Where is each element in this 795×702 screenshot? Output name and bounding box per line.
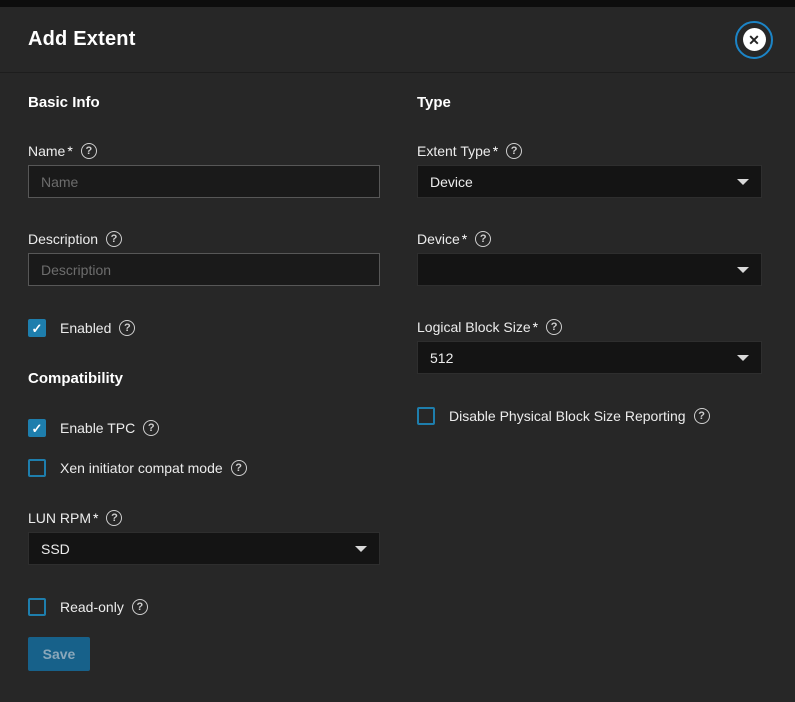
top-edge-strip [0, 0, 795, 7]
checkmark-icon: ✓ [32, 322, 43, 335]
read-only-checkbox[interactable] [28, 598, 46, 616]
required-marker: * [493, 143, 498, 159]
help-icon[interactable]: ? [132, 599, 148, 615]
help-icon[interactable]: ? [546, 319, 562, 335]
xen-initiator-checkbox-row: Xen initiator compat mode ? [28, 459, 380, 477]
section-title-type: Type [417, 94, 762, 111]
name-input[interactable] [28, 165, 380, 198]
left-column: Basic Info Name* ? Description ? ✓ Enabl… [28, 94, 380, 671]
chevron-down-icon [737, 267, 749, 273]
device-label-text: Device [417, 231, 460, 247]
field-extent-type: Extent Type* ? Device [417, 143, 762, 198]
help-icon[interactable]: ? [231, 460, 247, 476]
chevron-down-icon [737, 355, 749, 361]
lun-rpm-select[interactable]: SSD [28, 532, 380, 565]
description-input[interactable] [28, 253, 380, 286]
help-icon[interactable]: ? [81, 143, 97, 159]
read-only-label-text: Read-only [60, 599, 124, 615]
section-title-compatibility: Compatibility [28, 370, 380, 387]
help-icon[interactable]: ? [475, 231, 491, 247]
read-only-checkbox-row: Read-only ? [28, 598, 380, 616]
field-label-extent-type: Extent Type* ? [417, 143, 762, 159]
chevron-down-icon [355, 546, 367, 552]
disable-pbs-checkbox-row: Disable Physical Block Size Reporting ? [417, 407, 762, 425]
close-icon: ✕ [743, 28, 766, 51]
lun-rpm-selected-value: SSD [41, 541, 70, 557]
field-description: Description ? [28, 231, 380, 286]
help-icon[interactable]: ? [106, 510, 122, 526]
required-marker: * [93, 510, 98, 526]
right-column: Type Extent Type* ? Device Device* ? [417, 94, 762, 671]
read-only-label: Read-only ? [60, 599, 148, 615]
enabled-label: Enabled ? [60, 320, 135, 336]
name-label-text: Name [28, 143, 65, 159]
help-icon[interactable]: ? [119, 320, 135, 336]
field-device: Device* ? [417, 231, 762, 286]
extent-type-label-text: Extent Type [417, 143, 491, 159]
page-title: Add Extent [28, 28, 136, 51]
xen-initiator-checkbox[interactable] [28, 459, 46, 477]
required-marker: * [67, 143, 72, 159]
field-name: Name* ? [28, 143, 380, 198]
field-label-lun-rpm: LUN RPM* ? [28, 510, 380, 526]
enable-tpc-checkbox-row: ✓ Enable TPC ? [28, 419, 380, 437]
extent-type-selected-value: Device [430, 174, 473, 190]
required-marker: * [462, 231, 467, 247]
enable-tpc-label-text: Enable TPC [60, 420, 135, 436]
disable-pbs-label-text: Disable Physical Block Size Reporting [449, 408, 686, 424]
chevron-down-icon [737, 179, 749, 185]
field-label-device: Device* ? [417, 231, 762, 247]
xen-initiator-label-text: Xen initiator compat mode [60, 460, 223, 476]
field-lun-rpm: LUN RPM* ? SSD [28, 510, 380, 565]
enable-tpc-checkbox[interactable]: ✓ [28, 419, 46, 437]
field-label-description: Description ? [28, 231, 380, 247]
device-select[interactable] [417, 253, 762, 286]
logical-block-size-label-text: Logical Block Size [417, 319, 531, 335]
field-label-name: Name* ? [28, 143, 380, 159]
xen-initiator-label: Xen initiator compat mode ? [60, 460, 247, 476]
logical-block-size-select[interactable]: 512 [417, 341, 762, 374]
extent-type-select[interactable]: Device [417, 165, 762, 198]
disable-physical-block-size-checkbox[interactable] [417, 407, 435, 425]
lun-rpm-label-text: LUN RPM [28, 510, 91, 526]
dialog-body: Basic Info Name* ? Description ? ✓ Enabl… [0, 73, 795, 671]
disable-physical-block-size-label: Disable Physical Block Size Reporting ? [449, 408, 710, 424]
section-title-basic-info: Basic Info [28, 94, 380, 111]
help-icon[interactable]: ? [143, 420, 159, 436]
field-logical-block-size: Logical Block Size* ? 512 [417, 319, 762, 374]
enabled-checkbox-row: ✓ Enabled ? [28, 319, 380, 337]
dialog-header: Add Extent ✕ [0, 7, 795, 73]
checkmark-icon: ✓ [32, 422, 43, 435]
description-label-text: Description [28, 231, 98, 247]
help-icon[interactable]: ? [694, 408, 710, 424]
enabled-checkbox[interactable]: ✓ [28, 319, 46, 337]
close-button[interactable]: ✕ [735, 21, 773, 59]
help-icon[interactable]: ? [106, 231, 122, 247]
help-icon[interactable]: ? [506, 143, 522, 159]
enable-tpc-label: Enable TPC ? [60, 420, 159, 436]
field-label-logical-block-size: Logical Block Size* ? [417, 319, 762, 335]
required-marker: * [533, 319, 538, 335]
enabled-label-text: Enabled [60, 320, 111, 336]
logical-block-size-selected-value: 512 [430, 350, 453, 366]
save-button[interactable]: Save [28, 637, 90, 671]
